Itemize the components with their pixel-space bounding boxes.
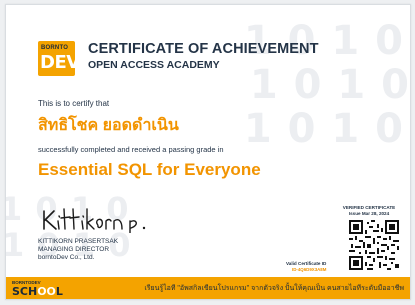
certificate-subtitle: OPEN ACCESS ACADEMY <box>88 59 220 71</box>
issue-date: Issue Mar 28, 2024 <box>348 210 390 216</box>
recipient-name: สิทธิโชค ยอดดำเนิน <box>38 117 179 134</box>
certificate-id-label: Valid Certificate ID <box>286 261 327 266</box>
borntodev-logo: BORNTO DEV <box>38 41 80 76</box>
verification-qr-code[interactable] <box>349 220 399 270</box>
course-name: Essential SQL for Everyone <box>38 160 261 179</box>
certificate-card: 1 0 1 0 1 0 1 0 1 0 1 0 1 0 1 0 1 0 1 0 … <box>5 4 411 300</box>
certificate-title: CERTIFICATE OF ACHIEVEMENT <box>88 41 319 57</box>
logo-line2: DEV <box>40 52 80 73</box>
signer-block: KITTIKORN PRASERTSAK MANAGING DIRECTOR b… <box>38 238 118 262</box>
completion-text: successfully completed and received a pa… <box>38 145 224 154</box>
certify-text: This is to certify that <box>38 99 110 108</box>
background-binary-pattern: 1 0 1 0 <box>249 62 410 108</box>
background-binary-pattern: 1 0 1 0 <box>243 106 404 152</box>
signature-image <box>43 208 146 233</box>
verified-heading-block: VERIFIED CERTIFICATE Issue Mar 28, 2024 <box>328 205 410 216</box>
signer-company: borntoDev Co., Ltd. <box>38 254 95 261</box>
footer-banner: BORNTODEV SCHOOL เรียนรู้ไอที "อัพสกิลเข… <box>6 277 410 299</box>
school-logo-wordmark: SCHOOL <box>12 285 63 298</box>
school-logo-part: OO <box>37 285 56 298</box>
footer-slogan: เรียนรู้ไอที "อัพสกิลเขียนโปรแกรม" จากตั… <box>144 285 404 292</box>
logo-line1: BORNTO <box>41 45 69 51</box>
certificate-id-value: ID-4Q6D9X3A8M <box>292 267 327 272</box>
page-background: 1 0 1 0 1 0 1 0 1 0 1 0 1 0 1 0 1 0 1 0 … <box>0 0 415 305</box>
signer-name: KITTIKORN PRASERTSAK <box>38 238 119 245</box>
school-logo-part: SCH <box>12 285 38 298</box>
signer-role: MANAGING DIRECTOR <box>38 246 110 253</box>
school-logo-part: L <box>55 285 63 298</box>
